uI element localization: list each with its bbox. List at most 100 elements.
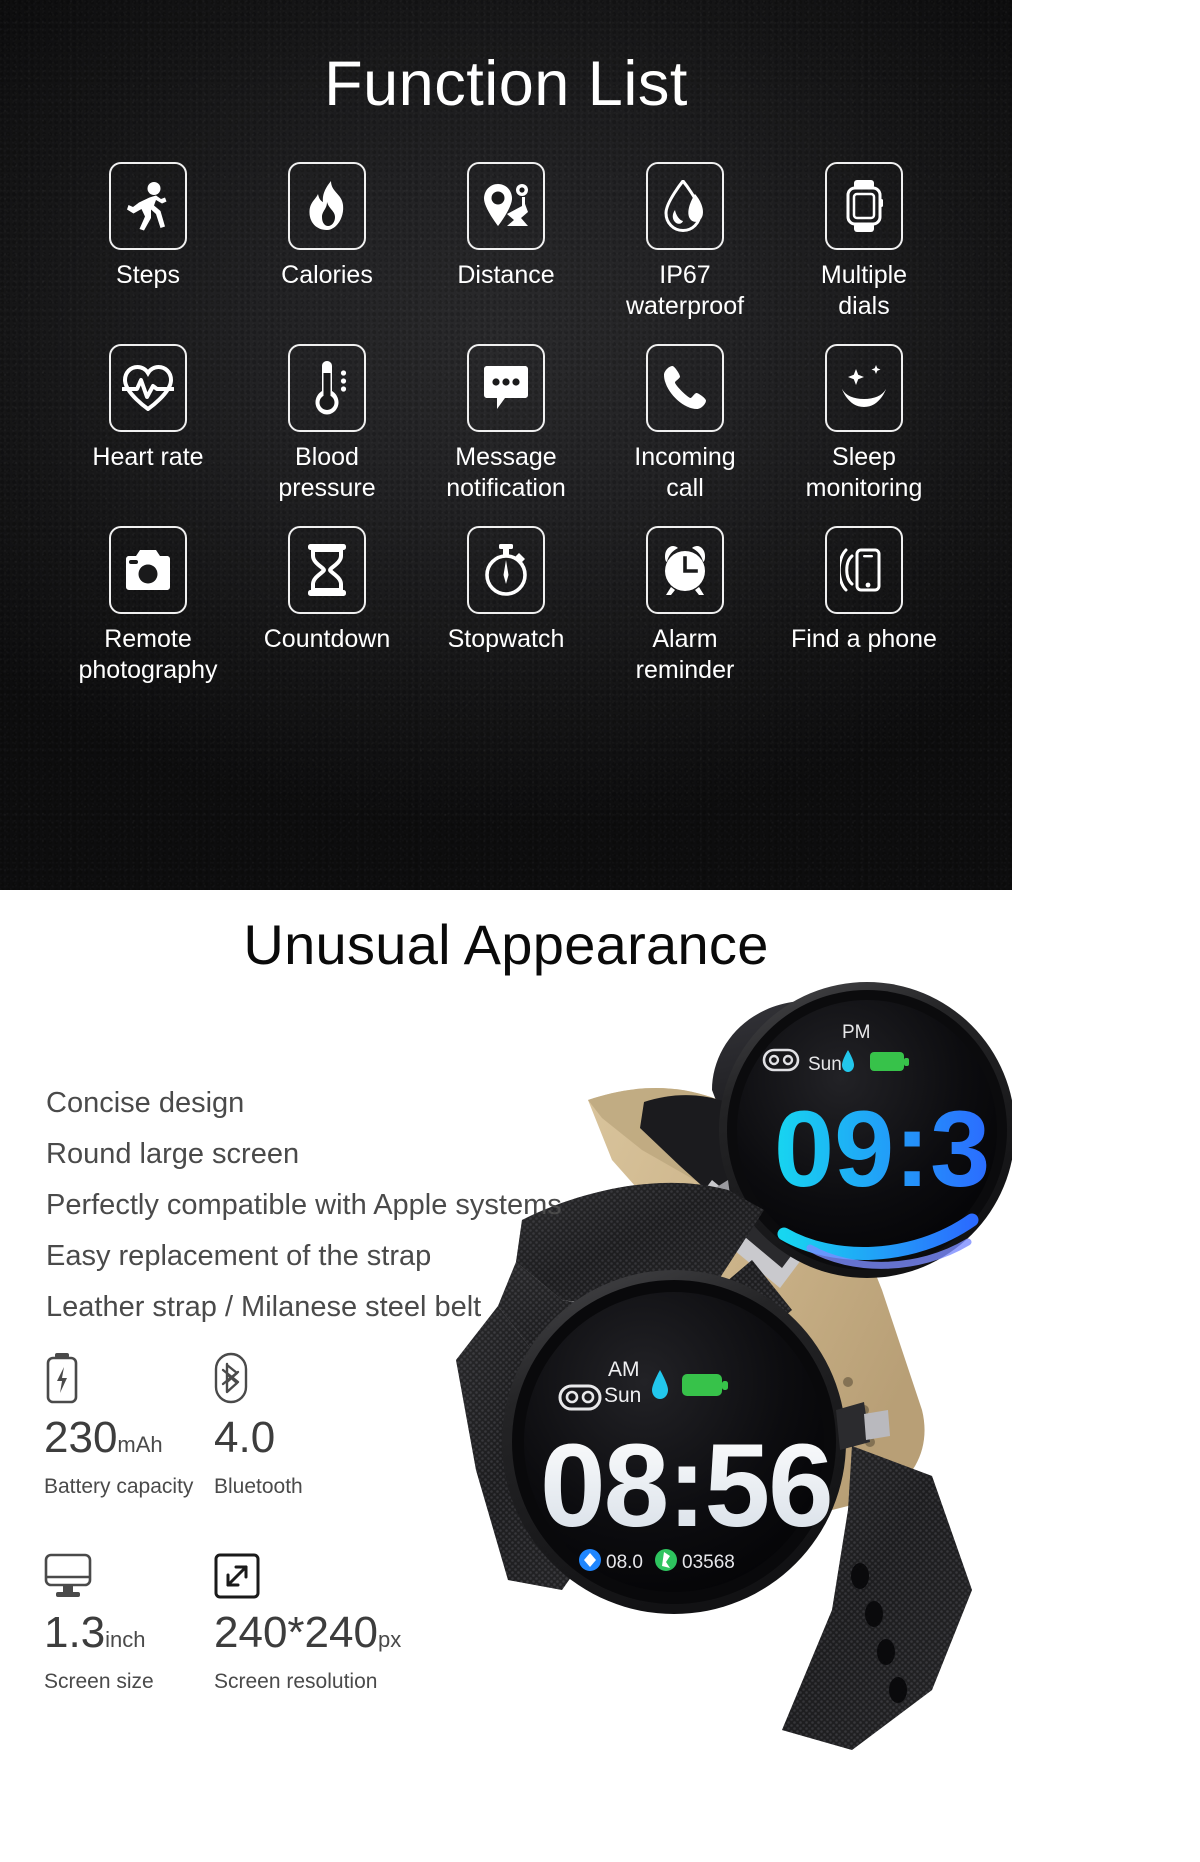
feature-row: Heart rate Blood pressure Message notifi… xyxy=(70,344,942,504)
feature-label: Message notification xyxy=(446,443,566,502)
monitor-icon xyxy=(44,1553,92,1597)
feature-tile xyxy=(646,526,724,614)
front-watch-meridiem: AM xyxy=(608,1358,640,1381)
spec-icon-wrap xyxy=(44,1350,214,1404)
thermometer-icon xyxy=(315,361,347,415)
spec-row: 230mAh Battery capacity 4.0 Bluetooth xyxy=(44,1350,384,1499)
feature-remote-photography[interactable]: Remote photography xyxy=(70,526,226,686)
appearance-section: Unusual Appearance PM Sun 09:3 AM Sun 08… xyxy=(0,890,1012,1862)
feature-alarm-reminder[interactable]: Alarm reminder xyxy=(607,526,763,686)
bullet-item: Round large screen xyxy=(46,1138,300,1170)
feature-tile xyxy=(288,344,366,432)
feature-label: Steps xyxy=(116,261,180,289)
back-watch-meridiem: PM xyxy=(842,1022,871,1043)
spec-unit: px xyxy=(377,1627,402,1652)
feature-blood-pressure[interactable]: Blood pressure xyxy=(249,344,405,504)
feature-tile xyxy=(467,344,545,432)
feature-label: Alarm reminder xyxy=(635,625,735,684)
battery-charging-icon xyxy=(46,1353,78,1404)
camera-icon xyxy=(126,550,170,590)
feature-label: Stopwatch xyxy=(447,625,565,653)
spec-row: 1.3inch Screen size 240*240px Screen res… xyxy=(44,1545,401,1694)
feature-label: Heart rate xyxy=(92,443,204,471)
feature-grid: Steps Calories Distance IP67 waterproof … xyxy=(0,162,1012,686)
feature-label: Calories xyxy=(281,261,373,289)
find-phone-icon xyxy=(840,548,881,592)
spec-value: 230 xyxy=(44,1413,118,1462)
alarm-clock-icon xyxy=(665,546,705,595)
chat-bubble-icon xyxy=(484,366,528,409)
bullet-item: Easy replacement of the strap xyxy=(46,1240,432,1272)
spec-value: 1.3 xyxy=(44,1608,106,1657)
feature-label: Blood pressure xyxy=(278,443,376,502)
spec-label: Battery capacity xyxy=(44,1475,194,1498)
flame-icon xyxy=(309,181,344,230)
feature-distance[interactable]: Distance xyxy=(428,162,584,291)
feature-find-a-phone[interactable]: Find a phone xyxy=(786,526,942,655)
feature-row: Steps Calories Distance IP67 waterproof … xyxy=(70,162,942,322)
function-list-section: Function List Steps Calories Distance IP… xyxy=(0,0,1012,890)
bullet-item: Perfectly compatible with Apple systems xyxy=(46,1189,562,1221)
hourglass-icon xyxy=(308,544,346,596)
bullet-item: Leather strap / Milanese steel belt xyxy=(46,1291,482,1323)
spec-value-wrap: 4.0 xyxy=(214,1416,384,1467)
spec-screen-resolution: 240*240px Screen resolution xyxy=(214,1545,401,1694)
product-detail-page: Function List Steps Calories Distance IP… xyxy=(0,0,1012,1862)
feature-sleep-monitoring[interactable]: Sleep monitoring xyxy=(786,344,942,504)
moon-star-icon xyxy=(842,365,886,407)
spec-label: Screen resolution xyxy=(214,1670,378,1693)
appearance-bullet-list: Concise design Round large screen Perfec… xyxy=(46,1078,646,1333)
feature-label: IP67 waterproof xyxy=(625,261,745,320)
spec-bluetooth: 4.0 Bluetooth xyxy=(214,1350,384,1499)
spec-icon-wrap xyxy=(214,1350,384,1404)
function-list-title: Function List xyxy=(324,49,688,119)
front-watch-day: Sun xyxy=(604,1384,641,1407)
feature-steps[interactable]: Steps xyxy=(70,162,226,291)
feature-label: Countdown xyxy=(263,625,391,653)
heart-pulse-icon xyxy=(122,365,174,411)
feature-tile xyxy=(467,526,545,614)
feature-multiple-dials[interactable]: Multiple dials xyxy=(786,162,942,322)
bluetooth-icon xyxy=(214,1352,248,1404)
front-watch-time: 08:56 xyxy=(540,1420,832,1552)
smartwatch-icon xyxy=(846,180,883,232)
spec-unit: inch xyxy=(105,1627,146,1652)
feature-tile xyxy=(288,162,366,250)
feature-tile xyxy=(109,162,187,250)
spec-value: 240*240 xyxy=(214,1608,378,1657)
feature-label: Find a phone xyxy=(791,625,937,653)
feature-stopwatch[interactable]: Stopwatch xyxy=(428,526,584,655)
feature-tile xyxy=(109,526,187,614)
feature-row: Remote photography Countdown Stopwatch A… xyxy=(70,526,942,686)
feature-message-notification[interactable]: Message notification xyxy=(428,344,584,504)
product-photo: PM Sun 09:3 AM Sun 08:56 08.0 03568 xyxy=(412,890,1012,1862)
feature-tile xyxy=(646,344,724,432)
spec-unit: mAh xyxy=(117,1432,163,1457)
back-watch-day: Sun xyxy=(808,1054,842,1075)
feature-tile xyxy=(825,344,903,432)
spec-label: Screen size xyxy=(44,1670,154,1693)
feature-label: Multiple dials xyxy=(820,261,908,320)
spec-icon-wrap xyxy=(214,1545,384,1599)
spec-icon-wrap xyxy=(44,1545,214,1599)
spec-value-wrap: 1.3inch xyxy=(44,1611,214,1662)
feature-countdown[interactable]: Countdown xyxy=(249,526,405,655)
water-drop-icon xyxy=(664,180,703,232)
feature-tile xyxy=(646,162,724,250)
back-watch-time: 09:3 xyxy=(774,1088,990,1209)
spec-value-wrap: 240*240px xyxy=(214,1608,401,1662)
feature-label: Incoming call xyxy=(634,443,736,502)
smartwatch-product-image: PM Sun 09:3 AM Sun 08:56 08.0 03568 xyxy=(456,982,1012,1750)
feature-incoming-call[interactable]: Incoming call xyxy=(607,344,763,504)
feature-tile xyxy=(109,344,187,432)
feature-label: Distance xyxy=(457,261,555,289)
stopwatch-icon xyxy=(485,544,527,596)
feature-waterproof[interactable]: IP67 waterproof xyxy=(607,162,763,322)
resize-arrows-icon xyxy=(214,1553,260,1599)
feature-tile xyxy=(825,162,903,250)
front-watch-steps: 03568 xyxy=(682,1552,735,1573)
bullet-item: Concise design xyxy=(46,1087,245,1119)
spec-value-wrap: 230mAh xyxy=(44,1416,214,1467)
feature-heart-rate[interactable]: Heart rate xyxy=(70,344,226,473)
feature-calories[interactable]: Calories xyxy=(249,162,405,291)
